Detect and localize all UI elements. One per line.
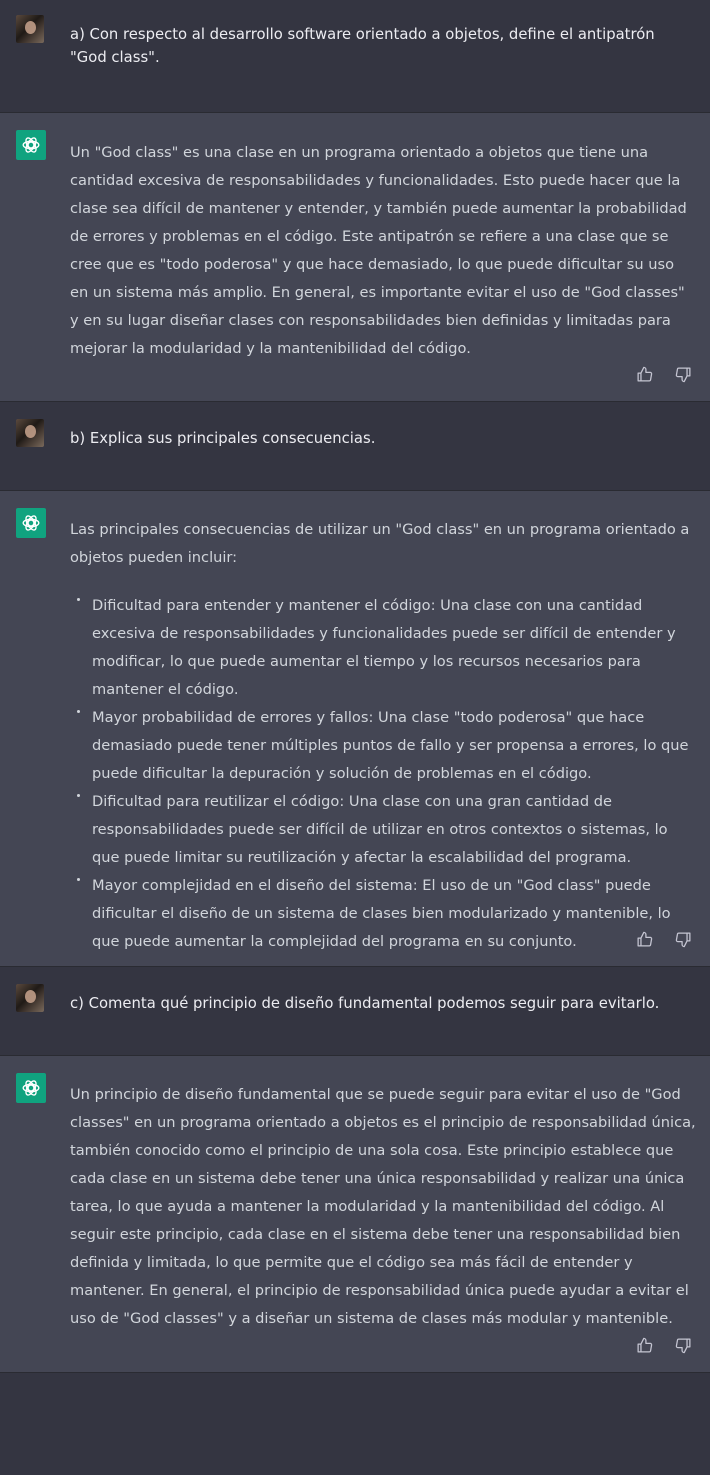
assistant-message-intro: Las principales consecuencias de utiliza…	[70, 521, 690, 566]
assistant-message-text: Un principio de diseño fundamental que s…	[70, 1086, 696, 1327]
list-item: Dificultad para entender y mantener el c…	[77, 592, 696, 704]
assistant-message: Las principales consecuencias de utiliza…	[0, 491, 710, 967]
user-avatar	[16, 419, 44, 447]
consequences-list: Dificultad para entender y mantener el c…	[70, 592, 696, 956]
thumbs-up-icon[interactable]	[636, 1337, 653, 1354]
openai-logo-icon	[16, 1073, 46, 1103]
openai-logo-icon	[16, 130, 46, 160]
assistant-message-body: Las principales consecuencias de utiliza…	[70, 516, 696, 956]
user-message: a) Con respecto al desarrollo software o…	[0, 0, 710, 113]
user-message-text: c) Comenta qué principio de diseño funda…	[70, 995, 660, 1012]
list-item: Dificultad para reutilizar el código: Un…	[77, 788, 696, 872]
user-message-text: a) Con respecto al desarrollo software o…	[70, 26, 655, 66]
user-message: c) Comenta qué principio de diseño funda…	[0, 967, 710, 1056]
assistant-message-text: Un "God class" es una clase en un progra…	[70, 144, 687, 357]
thumbs-down-icon[interactable]	[675, 1337, 692, 1354]
thumbs-down-icon[interactable]	[675, 366, 692, 383]
user-avatar	[16, 984, 44, 1012]
thumbs-up-icon[interactable]	[636, 366, 653, 383]
user-message: b) Explica sus principales consecuencias…	[0, 402, 710, 491]
thumbs-down-icon[interactable]	[675, 931, 692, 948]
assistant-message: Un principio de diseño fundamental que s…	[0, 1056, 710, 1373]
user-avatar	[16, 15, 44, 43]
assistant-message: Un "God class" es una clase en un progra…	[0, 113, 710, 402]
list-item: Mayor probabilidad de errores y fallos: …	[77, 704, 696, 788]
openai-logo-icon	[16, 508, 46, 538]
list-item: Mayor complejidad en el diseño del siste…	[77, 872, 696, 956]
thumbs-up-icon[interactable]	[636, 931, 653, 948]
user-message-text: b) Explica sus principales consecuencias…	[70, 430, 376, 447]
